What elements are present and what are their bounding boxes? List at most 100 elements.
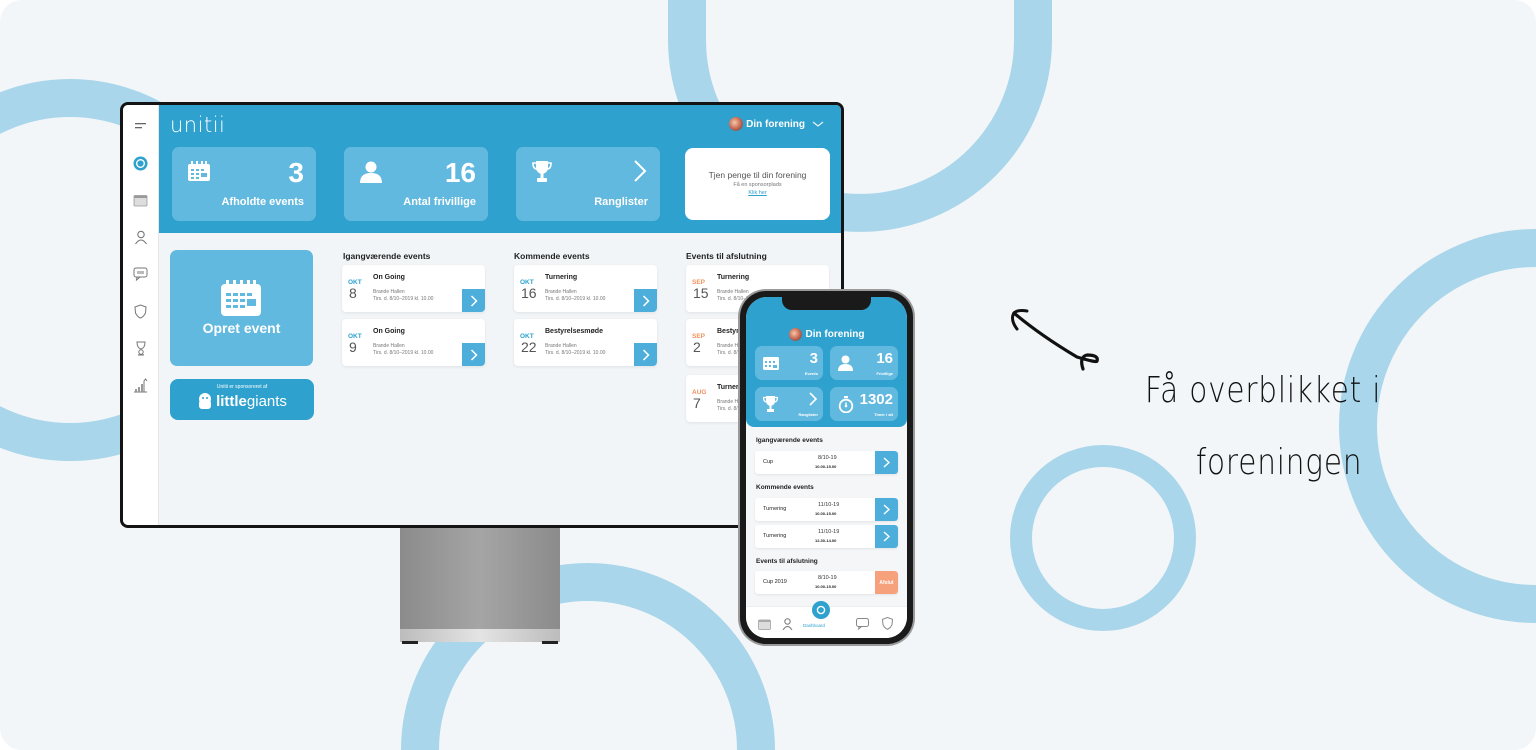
- mobile-tile-volunteers[interactable]: 16 Frivillige: [830, 346, 898, 380]
- hamburger-icon[interactable]: [133, 118, 149, 134]
- open-event-button[interactable]: [462, 343, 485, 366]
- calendar-icon: [188, 161, 210, 186]
- mobile-tile-events[interactable]: 3 Events: [755, 346, 823, 380]
- mobile-event-row[interactable]: Cup 2019 8/10-19 10.00-15.00 Afslut: [755, 571, 898, 594]
- mobile-section-upcoming: Kommende events: [756, 484, 814, 491]
- mobile-event-row[interactable]: Turnering 11/10-19 12.30-14.00: [755, 525, 898, 548]
- mobile-phone: Din forening 3 Events 16 Frivillige Rang…: [740, 291, 913, 644]
- open-event-button[interactable]: [462, 289, 485, 312]
- event-card[interactable]: OKT 16 Turnering Brande Hallen Tirs. d. …: [514, 265, 657, 312]
- chevron-right-icon: [883, 504, 890, 515]
- mobile-tile-rankings[interactable]: Ranglister: [755, 387, 823, 421]
- event-card[interactable]: OKT 8 On Going Brande Hallen Tirs. d. 8/…: [342, 265, 485, 312]
- event-title: On Going: [373, 274, 405, 281]
- stopwatch-icon: [838, 396, 854, 413]
- event-time: 10.00-15.00: [815, 584, 837, 589]
- event-day: 15: [693, 285, 709, 301]
- stat-value: 16: [444, 157, 476, 188]
- chart-icon[interactable]: [133, 377, 149, 393]
- chat-icon[interactable]: [133, 266, 149, 282]
- sponsor-text: Unitii er sponsoreret af: [216, 384, 268, 390]
- event-location: Brande Hallen: [717, 289, 749, 295]
- club-menu[interactable]: Din forening: [729, 117, 825, 131]
- open-event-button[interactable]: [875, 498, 898, 521]
- calendar-icon[interactable]: [758, 617, 771, 635]
- event-card[interactable]: OKT 22 Bestyrelsesmøde Brande Hallen Tir…: [514, 319, 657, 366]
- sponsor-banner[interactable]: Unitii er sponsoreret af little giants: [170, 379, 314, 420]
- unitii-logo[interactable]: unitii: [170, 113, 225, 137]
- mobile-bottom-nav: Dashboard: [746, 601, 907, 638]
- shield-icon[interactable]: [133, 303, 149, 319]
- desktop-monitor: unitii Din forening 3 Afholdte events 16…: [120, 102, 844, 528]
- trophy-icon: [763, 396, 778, 412]
- chevron-right-icon: [470, 294, 478, 307]
- club-avatar: [788, 328, 802, 341]
- mobile-club-name[interactable]: Din forening: [746, 328, 907, 341]
- open-event-button[interactable]: [875, 525, 898, 548]
- hand-drawn-arrow-icon: [1011, 309, 1099, 371]
- chat-icon[interactable]: [856, 617, 869, 635]
- mobile-header: Din forening 3 Events 16 Frivillige Rang…: [746, 297, 907, 427]
- create-event-label: Opret event: [202, 320, 281, 336]
- event-title: Turnering: [545, 274, 578, 281]
- create-event-button[interactable]: Opret event: [170, 250, 313, 366]
- user-icon: [360, 161, 382, 188]
- sponsor-brand-light: giants: [246, 392, 287, 410]
- tile-value: 3: [809, 350, 818, 367]
- event-location: Brande Hallen: [545, 343, 577, 349]
- stat-rankings[interactable]: Ranglister: [516, 147, 660, 221]
- chevron-right-icon: [634, 160, 647, 182]
- stat-label: Antal frivillige: [403, 196, 476, 208]
- mobile-screen: Din forening 3 Events 16 Frivillige Rang…: [746, 297, 907, 638]
- open-event-button[interactable]: [634, 343, 657, 366]
- event-name: Turnering: [763, 506, 787, 512]
- stat-label: Afholdte events: [221, 196, 304, 208]
- dashboard-icon[interactable]: [133, 155, 149, 171]
- promo-title: Tjen penge til din forening: [708, 170, 807, 180]
- promo-subtitle: Få en sponsorplads: [733, 182, 782, 188]
- user-icon[interactable]: [133, 229, 149, 245]
- user-icon[interactable]: [782, 617, 793, 635]
- event-day: 2: [693, 339, 701, 355]
- sponsor-logo: little giants: [170, 392, 314, 410]
- stat-value: 3: [288, 157, 304, 188]
- sidebar: [123, 105, 159, 525]
- club-menu-label: Din forening: [746, 118, 805, 130]
- chevron-right-icon: [809, 392, 817, 406]
- column-heading-to-close: Events til afslutning: [686, 251, 767, 261]
- stat-volunteers[interactable]: 16 Antal frivillige: [344, 147, 488, 221]
- canvas: unitii Din forening 3 Afholdte events 16…: [0, 0, 1536, 750]
- calendar-icon[interactable]: [133, 192, 149, 208]
- open-event-button[interactable]: [875, 451, 898, 474]
- stat-held-events[interactable]: 3 Afholdte events: [172, 147, 316, 221]
- phone-notch: [782, 297, 871, 310]
- event-date: 8/10-19: [818, 455, 837, 461]
- close-event-button[interactable]: Afslut: [875, 571, 898, 594]
- chevron-right-icon: [470, 348, 478, 361]
- event-location: Brande Hallen: [373, 289, 405, 295]
- mobile-event-row[interactable]: Cup 8/10-19 10.00-15.00: [755, 451, 898, 474]
- event-datetime: Tirs. d. 8/10–2019 kl. 10.00: [373, 296, 434, 302]
- chevron-right-icon: [883, 531, 890, 542]
- promo-link[interactable]: Klik her: [685, 190, 830, 196]
- chevron-right-icon: [642, 294, 650, 307]
- tile-label: Ranglister: [798, 412, 818, 417]
- shield-icon[interactable]: [881, 616, 894, 635]
- event-day: 22: [521, 339, 537, 355]
- event-date: 11/10-19: [818, 502, 840, 508]
- event-title: On Going: [373, 328, 405, 335]
- chevron-right-icon: [883, 457, 890, 468]
- mobile-tile-hours[interactable]: 1302 Timer i alt: [830, 387, 898, 421]
- event-date: 8/10-19: [818, 575, 837, 581]
- event-card[interactable]: OKT 9 On Going Brande Hallen Tirs. d. 8/…: [342, 319, 485, 366]
- open-event-button[interactable]: [634, 289, 657, 312]
- desktop-screen: unitii Din forening 3 Afholdte events 16…: [123, 105, 841, 525]
- monitor-foot: [402, 641, 418, 644]
- tile-label: Frivillige: [876, 371, 893, 376]
- trophy-icon: [532, 161, 552, 188]
- dashboard-icon[interactable]: [812, 601, 830, 619]
- mobile-event-row[interactable]: Turnering 11/10-19 10.00-15.00: [755, 498, 898, 521]
- giant-mascot-icon: [199, 393, 212, 409]
- calendar-icon: [763, 357, 779, 370]
- trophy-icon[interactable]: [133, 340, 149, 356]
